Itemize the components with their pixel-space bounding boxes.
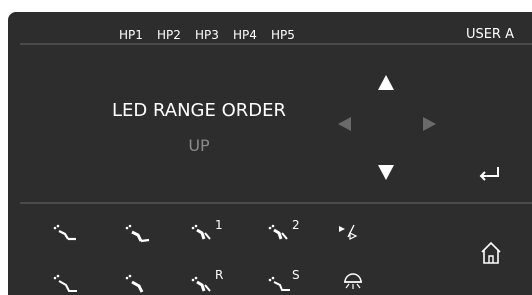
up-arrow-button[interactable] xyxy=(378,75,394,90)
handpiece-icon xyxy=(268,276,290,291)
home-icon xyxy=(481,241,501,264)
light-icon xyxy=(344,273,362,289)
icons-divider xyxy=(20,202,532,204)
light-button[interactable] xyxy=(338,269,368,295)
header-divider xyxy=(20,43,532,45)
instrument-8-button[interactable] xyxy=(265,268,295,294)
instrument-5-button[interactable] xyxy=(50,270,80,295)
hp2-tab[interactable]: HP2 xyxy=(157,28,181,42)
enter-button[interactable] xyxy=(475,162,505,188)
handpiece-icon xyxy=(191,276,211,292)
handpiece-icon xyxy=(125,224,150,243)
instrument-4-number: 2 xyxy=(292,218,300,232)
instrument-1-button[interactable] xyxy=(50,220,80,246)
play-skip-button[interactable] xyxy=(333,219,363,245)
instrument-7-letter: R xyxy=(215,268,224,282)
right-arrow-button[interactable] xyxy=(423,117,436,131)
hp4-tab[interactable]: HP4 xyxy=(233,28,257,42)
enter-icon xyxy=(479,167,499,181)
handpiece-icon xyxy=(53,224,76,241)
control-panel: HP1 HP2 HP3 HP4 HP5 USER A LED RANGE ORD… xyxy=(8,12,532,295)
instrument-7-button[interactable] xyxy=(188,268,218,294)
instrument-4-button[interactable] xyxy=(265,216,295,242)
left-arrow-button[interactable] xyxy=(338,117,351,131)
hp1-tab[interactable]: HP1 xyxy=(119,28,143,42)
down-arrow-button[interactable] xyxy=(378,165,394,180)
user-label[interactable]: USER A xyxy=(466,27,514,42)
setting-title: LED RANGE ORDER xyxy=(112,100,286,121)
instrument-3-button[interactable] xyxy=(188,216,218,242)
handpiece-icon xyxy=(268,224,288,240)
play-slash-icon xyxy=(339,224,358,240)
instrument-8-letter: S xyxy=(292,268,300,282)
instrument-3-number: 1 xyxy=(215,218,223,232)
home-button[interactable] xyxy=(476,239,506,265)
hp5-tab[interactable]: HP5 xyxy=(271,28,295,42)
instrument-2-button[interactable] xyxy=(122,220,152,246)
setting-value: UP xyxy=(188,136,210,155)
handpiece-icon xyxy=(191,224,211,240)
instrument-6-button[interactable] xyxy=(122,270,152,295)
hp3-tab[interactable]: HP3 xyxy=(195,28,219,42)
handpiece-icon xyxy=(53,274,77,292)
handpiece-icon xyxy=(125,274,144,293)
